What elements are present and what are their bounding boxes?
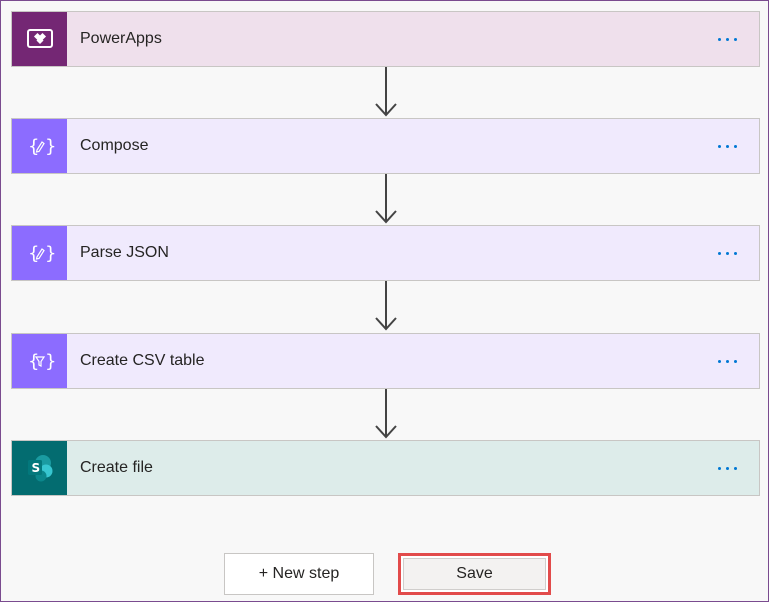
flow-canvas: PowerApps { } Compose { } [0,0,769,602]
ellipsis-icon [717,251,737,255]
svg-text:}: } [45,243,55,264]
parse-json-icon: { } [12,226,67,280]
save-button[interactable]: Save [398,553,551,595]
connector-arrow [375,67,397,117]
new-step-button[interactable]: + New step [224,553,374,595]
ellipsis-icon [717,359,737,363]
more-options-button[interactable] [707,351,747,371]
step-title: Parse JSON [80,244,169,261]
ellipsis-icon [717,144,737,148]
step-card-powerapps[interactable]: PowerApps [11,11,760,67]
step-card-create-csv-table[interactable]: { } Create CSV table [11,333,760,389]
svg-text:}: } [45,351,55,372]
more-options-button[interactable] [707,136,747,156]
step-title: Create CSV table [80,352,205,369]
powerapps-icon [12,12,67,66]
step-card-parse-json[interactable]: { } Parse JSON [11,225,760,281]
step-card-create-file[interactable]: S Create file [11,440,760,496]
more-options-button[interactable] [707,458,747,478]
save-button-inner: Save [403,558,546,590]
new-step-label: + New step [258,565,340,582]
svg-text:}: } [45,136,55,157]
svg-text:S: S [31,461,40,475]
step-title: PowerApps [80,30,162,47]
more-options-button[interactable] [707,243,747,263]
save-label: Save [456,565,493,582]
connector-arrow [375,281,397,331]
more-options-button[interactable] [707,29,747,49]
ellipsis-icon [717,37,737,41]
svg-text:{: { [28,243,39,264]
sharepoint-icon: S [12,441,67,495]
svg-text:{: { [28,351,39,372]
step-title: Compose [80,137,149,154]
svg-text:{: { [28,136,39,157]
ellipsis-icon [717,466,737,470]
compose-icon: { } [12,119,67,173]
step-card-compose[interactable]: { } Compose [11,118,760,174]
connector-arrow [375,174,397,224]
connector-arrow [375,389,397,439]
step-title: Create file [80,459,153,476]
create-csv-icon: { } [12,334,67,388]
